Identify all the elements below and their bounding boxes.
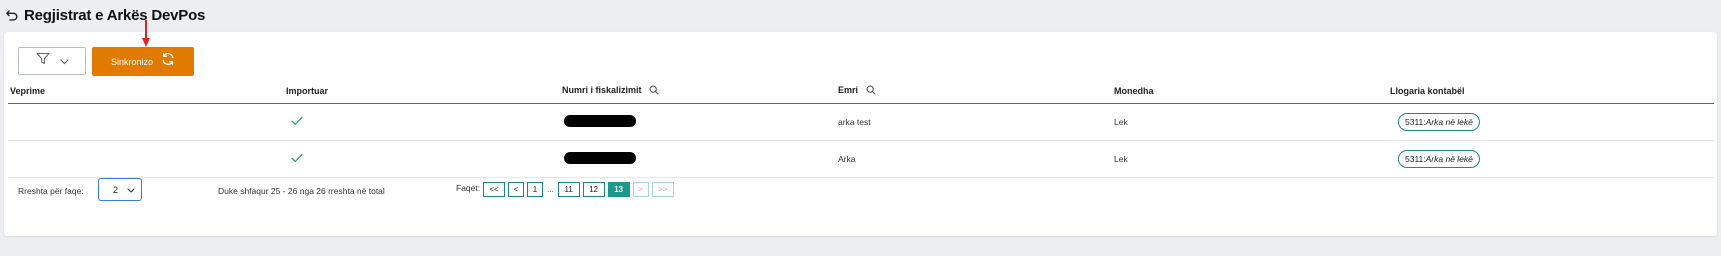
fiscal-number-cell — [560, 140, 836, 178]
rows-per-page-select[interactable]: 2 — [98, 178, 142, 201]
pages-label: Faqet: — [456, 183, 481, 193]
table-row[interactable]: arka test Lek 5311:Arka në lekë — [8, 103, 1714, 141]
account-name: Arka në lekë — [1425, 116, 1473, 127]
account-badge[interactable]: 5311:Arka në lekë — [1398, 112, 1480, 131]
showing-rows-text: Duke shfaqur 25 - 26 nga 26 rreshta në t… — [218, 186, 385, 196]
account-badge[interactable]: 5311:Arka në lekë — [1398, 149, 1480, 168]
filter-button[interactable] — [18, 47, 86, 75]
page-first-button[interactable]: << — [483, 182, 505, 197]
currency-cell: Lek — [1112, 140, 1388, 178]
actions-cell — [8, 103, 284, 141]
rows-per-page-label: Rreshta për faqe: — [18, 186, 84, 196]
redacted-value — [564, 151, 636, 164]
filter-icon — [35, 52, 50, 70]
page-header: Regjistrat e Arkës DevPos — [4, 5, 205, 25]
page-13-button[interactable]: 13 — [607, 182, 630, 197]
sync-button-label: Sinkronizo — [110, 56, 154, 67]
account-cell: 5311:Arka në lekë — [1388, 103, 1714, 141]
column-header-name: Emri — [836, 80, 1112, 104]
search-icon[interactable] — [649, 85, 659, 97]
page-ellipsis: ... — [547, 185, 554, 194]
red-arrow-annotation — [142, 20, 150, 47]
sync-button[interactable]: Sinkronizo — [92, 47, 194, 76]
table-row[interactable]: Arka Lek 5311:Arka në lekë — [8, 140, 1714, 178]
main-card: Sinkronizo Veprime Importuar Numri i fis… — [4, 20, 1717, 236]
search-icon[interactable] — [866, 85, 876, 97]
column-header-label: Importuar — [286, 86, 329, 97]
page-last-button[interactable]: >> — [651, 182, 674, 197]
redacted-value — [564, 114, 636, 127]
sync-icon — [161, 52, 175, 71]
column-header-label: Monedha — [1114, 86, 1154, 97]
column-header-fiscal-number: Numri i fiskalizimit — [560, 80, 836, 104]
name-cell: Arka — [836, 140, 1112, 178]
cash-registers-table: Veprime Importuar Numri i fiskalizimit E… — [8, 80, 1714, 178]
chevron-down-icon — [127, 185, 135, 195]
check-icon — [291, 116, 303, 128]
column-header-label: Emri — [838, 85, 859, 96]
account-code: 5311: — [1405, 116, 1426, 127]
page-1-button[interactable]: 1 — [527, 182, 543, 197]
currency-cell: Lek — [1112, 103, 1388, 141]
column-header-currency: Monedha — [1112, 80, 1388, 104]
column-header-label: Veprime — [10, 86, 46, 97]
imported-cell — [284, 103, 560, 141]
column-header-label: Llogaria kontabël — [1390, 86, 1465, 97]
column-header-label: Numri i fiskalizimit — [562, 85, 642, 96]
table-header-row: Veprime Importuar Numri i fiskalizimit E… — [8, 80, 1714, 104]
rows-per-page-value: 2 — [113, 184, 119, 195]
check-icon — [291, 153, 303, 165]
page-12-button[interactable]: 12 — [582, 182, 605, 197]
fiscal-number-cell — [560, 103, 836, 141]
column-header-account: Llogaria kontabël — [1388, 80, 1714, 104]
pagination: << < 1 ... 11 12 13 > >> — [483, 182, 674, 197]
page-next-button[interactable]: > — [632, 182, 649, 197]
account-cell: 5311:Arka në lekë — [1388, 140, 1714, 178]
table-footer: Rreshta për faqe: 2 Duke shfaqur 25 - 26… — [18, 178, 1708, 204]
page-title: Regjistrat e Arkës DevPos — [24, 6, 206, 24]
chevron-down-icon — [59, 52, 69, 70]
account-code: 5311: — [1405, 153, 1426, 164]
column-header-imported: Importuar — [284, 80, 560, 104]
page-11-button[interactable]: 11 — [557, 182, 580, 197]
back-arrow-icon[interactable] — [4, 7, 20, 23]
page-prev-button[interactable]: < — [508, 182, 524, 197]
account-name: Arka në lekë — [1425, 153, 1473, 164]
name-cell: arka test — [836, 103, 1112, 141]
actions-cell — [8, 140, 284, 178]
column-header-actions: Veprime — [8, 80, 284, 104]
imported-cell — [284, 140, 560, 178]
